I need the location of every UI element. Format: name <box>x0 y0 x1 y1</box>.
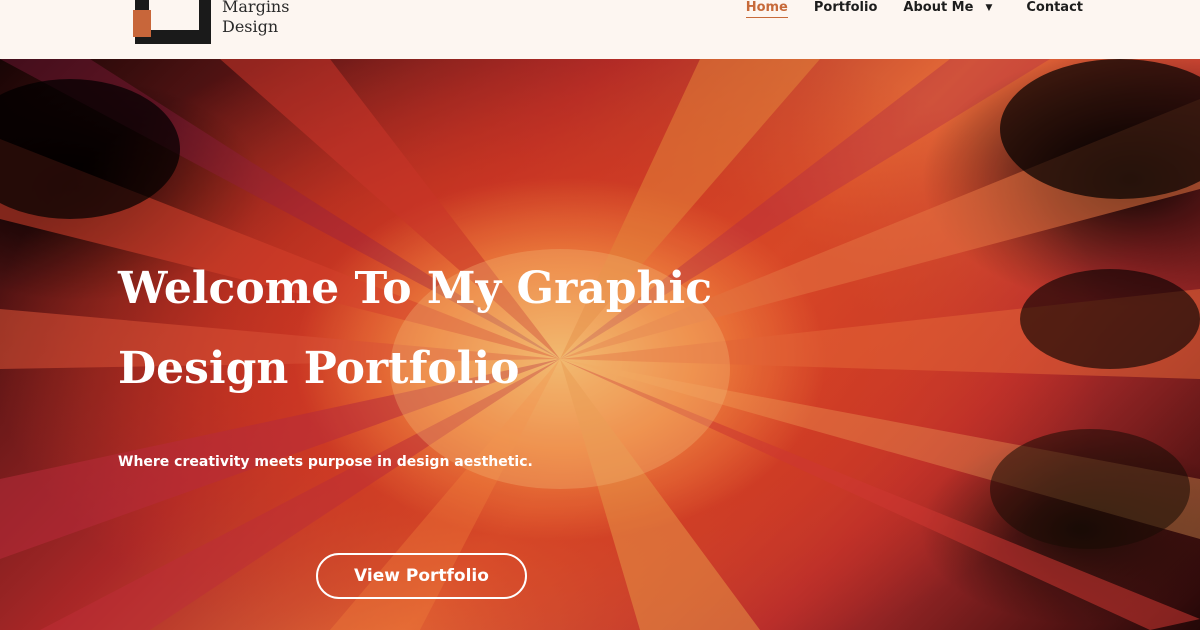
hero-title: Welcome To My Graphic Design Portfolio <box>118 249 758 409</box>
nav-item-home-label: Home <box>745 0 788 15</box>
site-header: Margins Design Home Portfolio About Me ▼ … <box>0 0 1200 59</box>
nav-item-portfolio[interactable]: Portfolio <box>814 0 878 15</box>
nav-item-about-me-label: About Me <box>903 0 974 15</box>
brand-name[interactable]: Margins Design <box>222 0 289 37</box>
view-portfolio-button-label: View Portfolio <box>354 566 489 586</box>
nav-item-about-me[interactable]: About Me ▼ <box>903 0 992 16</box>
nav-item-portfolio-label: Portfolio <box>813 0 878 15</box>
view-portfolio-button[interactable]: View Portfolio <box>316 553 527 599</box>
hero-title-line1: Welcome To My Graphic <box>118 263 713 314</box>
logo-square-mark-icon[interactable] <box>133 0 213 44</box>
nav-item-contact-label: Contact <box>1026 0 1083 15</box>
hero-subtitle: Where creativity meets purpose in design… <box>118 454 533 470</box>
caret-down-icon[interactable]: ▼ <box>985 1 992 16</box>
brand-name-line2: Design <box>222 17 279 36</box>
nav-item-home[interactable]: Home <box>745 0 789 18</box>
main-nav: Home Portfolio About Me ▼ Contact <box>720 0 1083 20</box>
brand-name-line1: Margins <box>222 0 290 16</box>
hero-title-line2: Design Portfolio <box>118 343 520 394</box>
hero-section: Welcome To My Graphic Design Portfolio W… <box>0 59 1200 630</box>
nav-item-contact[interactable]: Contact <box>1026 0 1083 15</box>
